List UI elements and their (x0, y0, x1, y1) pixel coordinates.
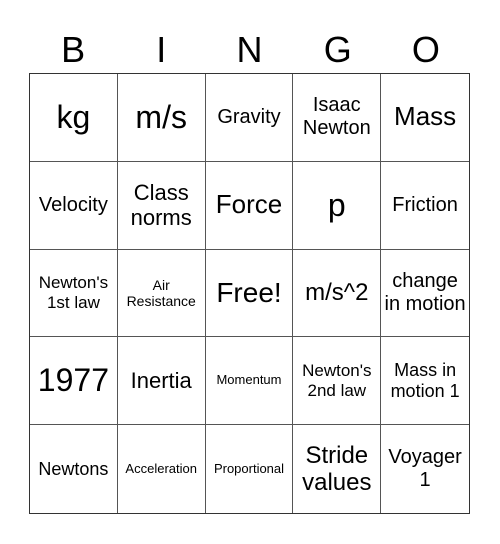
bingo-cell[interactable]: Newton's 2nd law (293, 337, 382, 426)
header-letter-i: I (156, 29, 167, 70)
header-letter-g: G (323, 29, 352, 70)
bingo-cell[interactable]: Inertia (117, 337, 206, 426)
bingo-cell[interactable]: Isaac Newton (293, 74, 382, 162)
bingo-cell[interactable]: Newtons (30, 425, 118, 513)
bingo-cell[interactable]: Stride values (293, 425, 382, 513)
header-letter-n: N (236, 29, 263, 70)
bingo-cell[interactable]: kg (30, 74, 118, 162)
bingo-cell[interactable]: m/s (117, 74, 206, 162)
bingo-grid: kg m/s Gravity Isaac Newton Mass Velocit… (29, 73, 470, 514)
bingo-cell[interactable]: Class norms (117, 161, 206, 250)
bingo-cell[interactable]: Voyager 1 (381, 425, 469, 513)
bingo-cell[interactable]: Momentum (205, 337, 294, 426)
bingo-cell[interactable]: Mass (381, 74, 469, 162)
bingo-header: B I N G O (29, 28, 470, 72)
bingo-cell[interactable]: Velocity (30, 161, 118, 250)
bingo-cell[interactable]: change in motion (381, 250, 469, 338)
free-space[interactable]: Free! (205, 249, 294, 338)
bingo-cell[interactable]: Acceleration (118, 425, 206, 513)
header-letter-b: B (61, 29, 86, 70)
bingo-cell[interactable]: Gravity (205, 74, 294, 162)
bingo-cell[interactable]: Newton's 1st law (30, 249, 118, 338)
bingo-cell[interactable]: Proportional (206, 425, 294, 513)
bingo-cell[interactable]: p (293, 161, 382, 250)
bingo-cell[interactable]: m/s^2 (293, 249, 382, 338)
header-letter-o: O (411, 29, 440, 70)
bingo-cell[interactable]: Friction (381, 162, 469, 250)
bingo-cell[interactable]: Air Resistance (117, 249, 206, 338)
bingo-cell[interactable]: Mass in motion 1 (381, 337, 469, 426)
bingo-cell[interactable]: 1977 (30, 337, 118, 426)
bingo-cell[interactable]: Force (205, 161, 294, 250)
